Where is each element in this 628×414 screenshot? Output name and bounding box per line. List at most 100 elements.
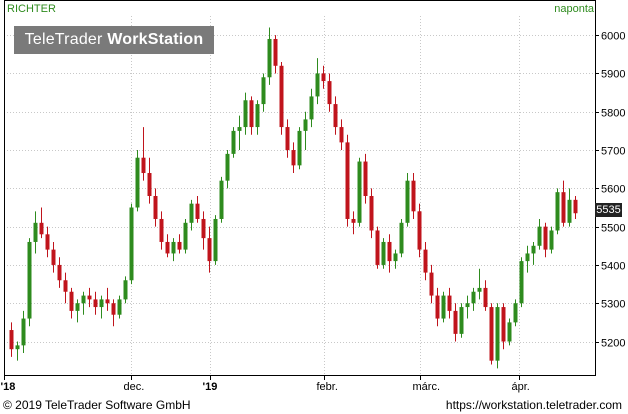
candle-up	[495, 307, 500, 361]
candle-up	[15, 345, 20, 350]
y-tick-label: 5200	[601, 338, 625, 350]
symbol-label: RICHTER	[7, 3, 56, 15]
candle-down	[453, 310, 458, 334]
candle-up	[513, 303, 518, 323]
candle-up	[459, 307, 464, 334]
last-price-tag: 5535	[595, 203, 622, 217]
candle-up	[225, 153, 230, 181]
candle-up	[507, 322, 512, 342]
chart-canvas[interactable]: 5200 5300 5400 5500 5600 5700 5800 5900 6000 '18 d…	[0, 0, 628, 396]
candle-up	[441, 295, 446, 319]
candle-down	[339, 127, 344, 143]
candle-down	[429, 272, 434, 296]
candle-up	[315, 73, 320, 97]
candle-up	[213, 218, 218, 262]
candle-down	[57, 264, 62, 281]
candle-down	[375, 230, 380, 265]
candle-up	[303, 119, 308, 131]
candle-up	[537, 226, 542, 246]
candle-up	[231, 130, 236, 154]
candle-down	[273, 38, 278, 66]
candle-down	[153, 196, 158, 219]
candle-up	[183, 222, 188, 250]
candle-up	[21, 318, 26, 346]
x-tick-label: márc.	[413, 381, 441, 393]
candle-up	[555, 192, 560, 231]
candle-down	[417, 211, 422, 250]
candle-down	[483, 287, 488, 308]
candle-up	[405, 180, 410, 223]
candle-down	[159, 218, 164, 242]
copyright-text: © 2019 TeleTrader Software GmbH	[3, 398, 191, 412]
candle-down	[411, 180, 416, 212]
interval-label[interactable]: naponta	[554, 3, 594, 15]
candle-down	[249, 100, 254, 128]
candle-down	[93, 299, 98, 308]
candle-up	[297, 130, 302, 166]
candle-up	[531, 245, 536, 254]
x-tick-label: febr.	[317, 381, 338, 393]
plot-frame	[4, 0, 596, 376]
candle-down	[69, 291, 74, 311]
candle-up	[123, 280, 128, 300]
y-tick-label: 5400	[601, 261, 625, 273]
x-tick-label: '19	[203, 381, 218, 393]
x-tick-label: ápr.	[512, 381, 530, 393]
candle-up	[471, 291, 476, 304]
candle-down	[87, 295, 92, 300]
candle-up	[525, 253, 530, 262]
candle-up	[255, 104, 260, 128]
candle-up	[465, 303, 470, 308]
candle-down	[195, 203, 200, 219]
x-tick-label: '18	[1, 381, 16, 393]
site-url-link[interactable]: https://workstation.teletrader.com	[446, 398, 622, 412]
candle-up	[135, 157, 140, 208]
candle-up	[33, 222, 38, 242]
candle-up	[219, 180, 224, 219]
candle-up	[243, 100, 248, 128]
candle-down	[63, 280, 68, 292]
candle-up	[357, 161, 362, 223]
y-tick-label: 6000	[601, 31, 625, 43]
y-tick-label: 5500	[601, 223, 625, 235]
y-tick-label: 5600	[601, 184, 625, 196]
candle-down	[279, 65, 284, 128]
candle-down	[321, 73, 326, 82]
candle-down	[489, 307, 494, 361]
candle-down	[45, 234, 50, 250]
candle-down	[351, 218, 356, 223]
candle-down	[177, 241, 182, 250]
candle-up	[519, 261, 524, 304]
footer: © 2019 TeleTrader Software GmbH https://…	[0, 396, 628, 414]
y-tick-label: 5900	[601, 69, 625, 81]
candle-up	[399, 222, 404, 254]
candle-up	[381, 241, 386, 265]
candle-down	[147, 173, 152, 196]
logo-text-workstation: WorkStation	[107, 31, 204, 48]
candle-down	[447, 295, 452, 311]
candle-up	[189, 203, 194, 223]
candle-down	[141, 157, 146, 174]
candle-down	[51, 249, 56, 265]
candle-up	[237, 127, 242, 131]
y-tick-label: 5300	[601, 299, 625, 311]
candle-down	[363, 161, 368, 196]
candle-up	[99, 299, 104, 308]
logo-text-teletrader: TeleTrader	[24, 31, 103, 48]
candle-down	[333, 104, 338, 128]
price-chart[interactable]: 5200 5300 5400 5500 5600 5700 5800 5900 6000 '18 d…	[0, 0, 628, 396]
candle-down	[9, 330, 14, 350]
candle-up	[261, 77, 266, 105]
candle-up	[117, 299, 122, 315]
candle-down	[111, 303, 116, 315]
candle-down	[285, 127, 290, 151]
candle-up	[129, 207, 134, 281]
candle-up	[75, 303, 80, 311]
x-tick-label: dec.	[124, 381, 145, 393]
candle-down	[543, 226, 548, 250]
candle-up	[171, 241, 176, 254]
candle-down	[291, 150, 296, 166]
candle-up	[81, 295, 86, 304]
candle-down	[201, 218, 206, 239]
candle-down	[369, 196, 374, 231]
